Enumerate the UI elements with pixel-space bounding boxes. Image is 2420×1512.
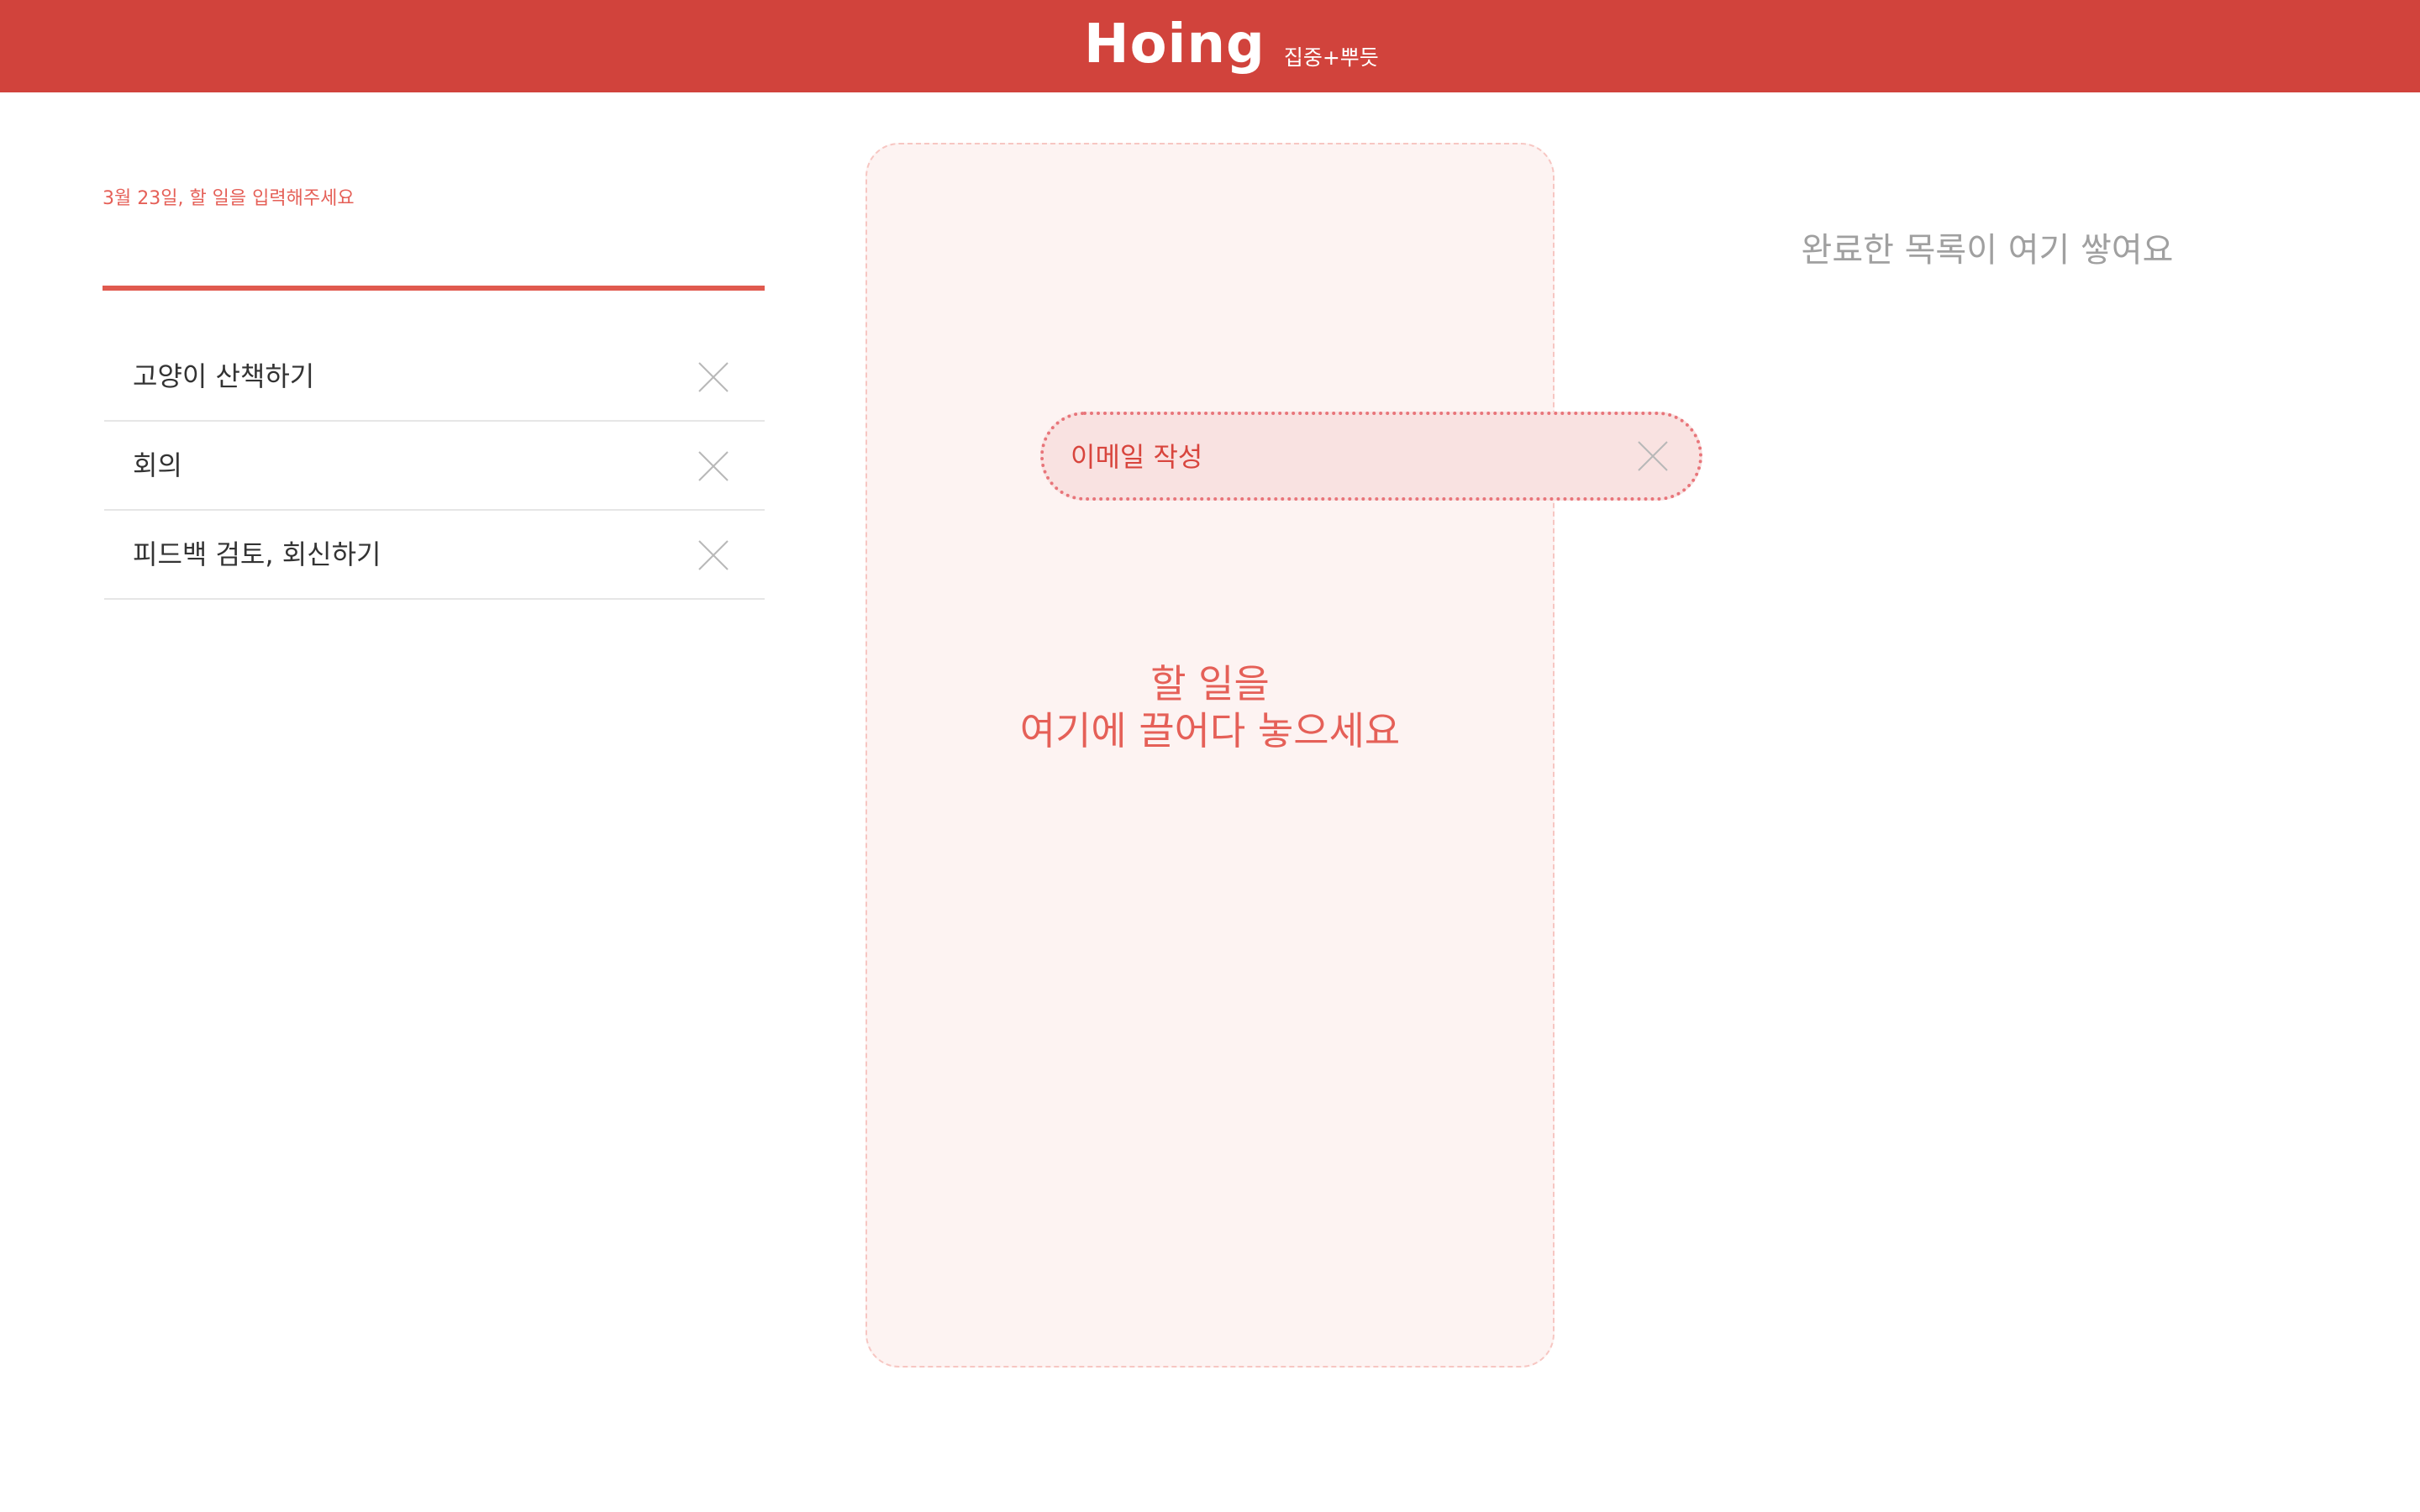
delete-todo-button[interactable]: [697, 361, 729, 393]
logo-tagline: 집중+뿌듯: [1283, 45, 1379, 70]
todo-item-text: 피드백 검토, 회신하기: [133, 538, 381, 570]
drop-hint-line2: 여기에 끌어다 놓으세요: [1019, 708, 1401, 753]
close-icon: [698, 451, 729, 481]
dragging-todo-item[interactable]: 이메일 작성: [1040, 412, 1702, 501]
delete-todo-button[interactable]: [1637, 440, 1669, 472]
delete-todo-button[interactable]: [697, 450, 729, 482]
app-logo: Hoing 집중+뿌듯: [1084, 15, 1379, 74]
todo-input-label: 3월 23일, 할 일을 입력해주세요: [103, 188, 355, 209]
todo-input-area: 3월 23일, 할 일을 입력해주세요: [103, 186, 765, 291]
todo-item[interactable]: 피드백 검토, 회신하기: [104, 511, 765, 600]
todo-item-text: 회의: [133, 449, 182, 481]
drop-hint-line1: 할 일을: [1150, 661, 1270, 706]
todo-item[interactable]: 고양이 산책하기: [104, 333, 765, 422]
app-header: Hoing 집중+뿌듯: [0, 0, 2420, 92]
delete-todo-button[interactable]: [697, 539, 729, 571]
todo-input[interactable]: [103, 225, 765, 291]
logo-wordmark: Hoing: [1084, 13, 1265, 76]
close-icon: [698, 362, 729, 392]
drop-zone-hint: 할 일을 여기에 끌어다 놓으세요: [865, 660, 1555, 754]
todo-item[interactable]: 회의: [104, 422, 765, 511]
close-icon: [1638, 441, 1668, 471]
todo-list: 고양이 산책하기 회의 피드백 검토, 회신하기: [104, 333, 765, 600]
close-icon: [698, 540, 729, 570]
dragging-item-text: 이메일 작성: [1071, 441, 1203, 473]
todo-item-text: 고양이 산책하기: [133, 360, 315, 392]
focus-drop-zone[interactable]: [865, 143, 1555, 1368]
done-list-empty-hint: 완료한 목록이 여기 쌓여요: [1801, 231, 2174, 270]
